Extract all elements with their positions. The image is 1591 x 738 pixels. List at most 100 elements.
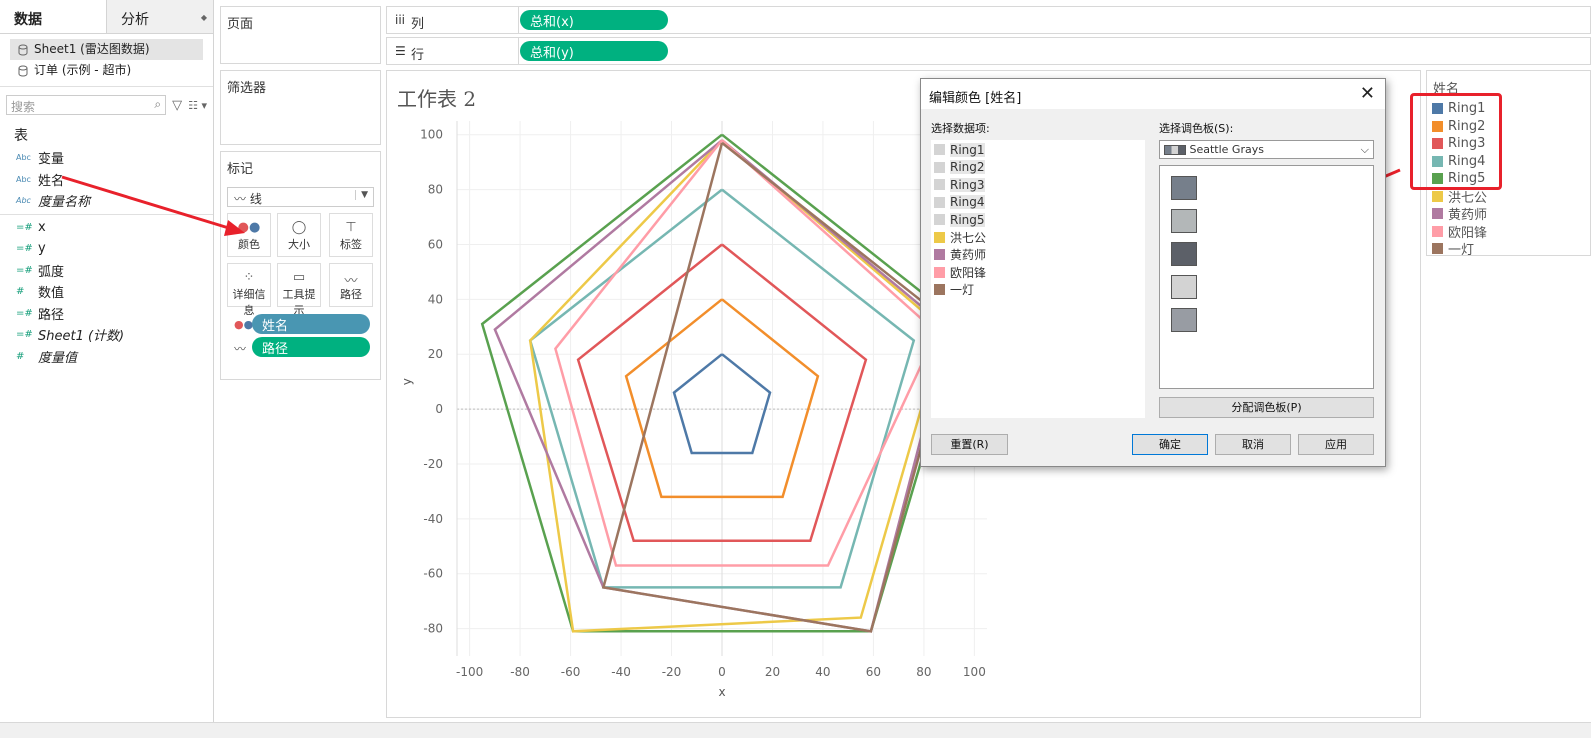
data-item[interactable]: 一灯 [931,281,1145,299]
path-button[interactable]: 〰路径 [329,263,373,307]
palette-swatch[interactable] [1171,209,1197,233]
legend-item[interactable]: 一灯 [1427,240,1590,258]
filter-icon[interactable]: ▽ [172,98,182,113]
color-mark-icon: ●● [234,318,254,331]
palette-swatch[interactable] [1171,275,1197,299]
field-item[interactable]: # 度量值 [0,346,213,368]
data-item-swatch [934,196,945,208]
data-item-label: Ring1 [950,142,985,157]
color-button-label: 颜色 [238,238,260,251]
data-item-label: 一灯 [950,283,975,298]
data-item[interactable]: Ring3 [931,176,1145,194]
detail-button[interactable]: ⁘ 详细信息 [227,263,271,317]
tab-caret-icon[interactable]: ◆ [201,13,207,22]
data-item[interactable]: 洪七公 [931,229,1145,247]
rows-pill[interactable]: 总和(y) [520,41,668,61]
chevron-down-icon: ▼ [355,190,368,200]
field-item[interactable]: Abc 姓名 [0,169,213,191]
y-axis-label: y [400,378,414,385]
palette-swatch-area [1159,165,1374,389]
legend-item[interactable]: 欧阳锋 [1427,223,1590,241]
reset-button[interactable]: 重置(R) [931,434,1008,455]
field-item[interactable]: =# 路径 [0,303,213,325]
path-pill[interactable]: 路径 [252,337,370,357]
palette-swatch[interactable] [1171,176,1197,200]
data-item-swatch [934,266,945,278]
datasource-item[interactable]: 订单 (示例 - 超市) [10,60,213,81]
y-tick-label: 0 [435,402,443,416]
x-tick-label: -80 [510,665,530,679]
legend-highlight-box [1410,93,1502,190]
field-item[interactable]: Abc 变量 [0,147,213,169]
search-placeholder: 搜索 [11,100,36,114]
data-item[interactable]: Ring2 [931,159,1145,177]
close-icon[interactable]: ✕ [1360,83,1375,104]
filters-shelf[interactable]: 筛选器 [220,70,381,145]
field-name: 数值 [38,286,65,302]
y-tick-label: -60 [423,567,443,581]
legend-label: 一灯 [1448,243,1475,259]
columns-label: 列 [411,17,425,32]
field-type-icon: =# [16,307,33,319]
data-item-swatch [934,214,945,226]
field-name: 度量值 [38,350,78,366]
data-item[interactable]: 欧阳锋 [931,264,1145,282]
data-items-list[interactable]: Ring1 Ring2 Ring3 Ring4 Ring5 洪七公 黄药师 欧阳锋 一灯 [931,140,1145,418]
field-item[interactable]: =# x [0,217,213,239]
color-icon: ●● [237,220,261,235]
pages-shelf[interactable]: 页面 [220,6,381,64]
x-tick-label: 0 [718,665,726,679]
y-tick-label: 80 [428,183,443,197]
label-button[interactable]: ⊤ 标签 [329,213,373,257]
dimension-list: Abc 变量 Abc 姓名 Abc 度量名称 [0,147,213,212]
x-tick-label: 100 [963,665,986,679]
search-input[interactable]: 搜索 ⌕ [6,95,167,115]
color-button[interactable]: ●● 颜色 [227,213,271,257]
field-name: 姓名 [38,173,65,189]
legend-swatch [1432,208,1443,220]
field-item[interactable]: Abc 度量名称 [0,190,213,212]
datasource-list: Sheet1 (雷达图数据) 订单 (示例 - 超市) [0,34,213,84]
field-name: 变量 [38,152,65,168]
data-item-label: Ring3 [950,177,985,192]
data-items-label: 选择数据项: [931,122,990,135]
palette-swatch[interactable] [1171,242,1197,266]
data-item[interactable]: Ring1 [931,141,1145,159]
columns-pill[interactable]: 总和(x) [520,10,668,30]
data-item[interactable]: Ring4 [931,194,1145,212]
tooltip-icon: ▭ [292,270,306,285]
legend-swatch [1432,225,1443,237]
tab-analysis[interactable]: 分析 ◆ [107,0,213,33]
data-item[interactable]: 黄药师 [931,246,1145,264]
y-tick-label: 60 [428,237,443,251]
palette-select-value: Seattle Grays [1189,143,1264,156]
field-item[interactable]: =# Sheet1 (计数) [0,324,213,346]
assign-palette-button[interactable]: 分配调色板(P) [1159,397,1374,418]
field-item[interactable]: =# y [0,238,213,260]
cancel-button[interactable]: 取消 [1215,434,1291,455]
palette-select[interactable]: Seattle Grays ⌵ [1159,140,1374,159]
tooltip-button[interactable]: ▭ 工具提示 [277,263,321,317]
legend-item[interactable]: 黄药师 [1427,205,1590,223]
x-tick-label: -40 [611,665,631,679]
data-pane: 数据 分析 ◆ Sheet1 (雷达图数据) 订单 (示例 - 超市) 搜索 ⌕ ▽… [0,0,214,738]
data-item[interactable]: Ring5 [931,211,1145,229]
ok-button[interactable]: 确定 [1132,434,1208,455]
marks-card: 标记 〰 线 ▼ ●● 颜色 ◯ 大小 ⊤ 标签 ⁘ 详细信息 ▭ 工具提示 〰路径 ●●… [220,151,381,380]
chevron-down-icon: ⌵ [1360,143,1369,156]
mark-type-dropdown[interactable]: 〰 线 ▼ [227,187,374,207]
field-name: y [38,241,46,257]
palette-swatch[interactable] [1171,308,1197,332]
field-item[interactable]: # 数值 [0,281,213,303]
field-item[interactable]: =# 弧度 [0,260,213,282]
color-pill[interactable]: 姓名 [252,314,370,334]
edit-colors-dialog: 编辑颜色 [姓名] ✕ 选择数据项: 选择调色板(S): Ring1 Ring2 R… [920,78,1386,467]
y-tick-label: 40 [428,292,443,306]
view-options-icon[interactable]: ☷ ▾ [188,99,207,112]
apply-button[interactable]: 应用 [1298,434,1374,455]
datasource-item[interactable]: Sheet1 (雷达图数据) [10,39,203,60]
label-icon: ⊤ [345,220,357,235]
tab-data[interactable]: 数据 [0,0,107,33]
legend-item[interactable]: 洪七公 [1427,188,1590,206]
size-button[interactable]: ◯ 大小 [277,213,321,257]
